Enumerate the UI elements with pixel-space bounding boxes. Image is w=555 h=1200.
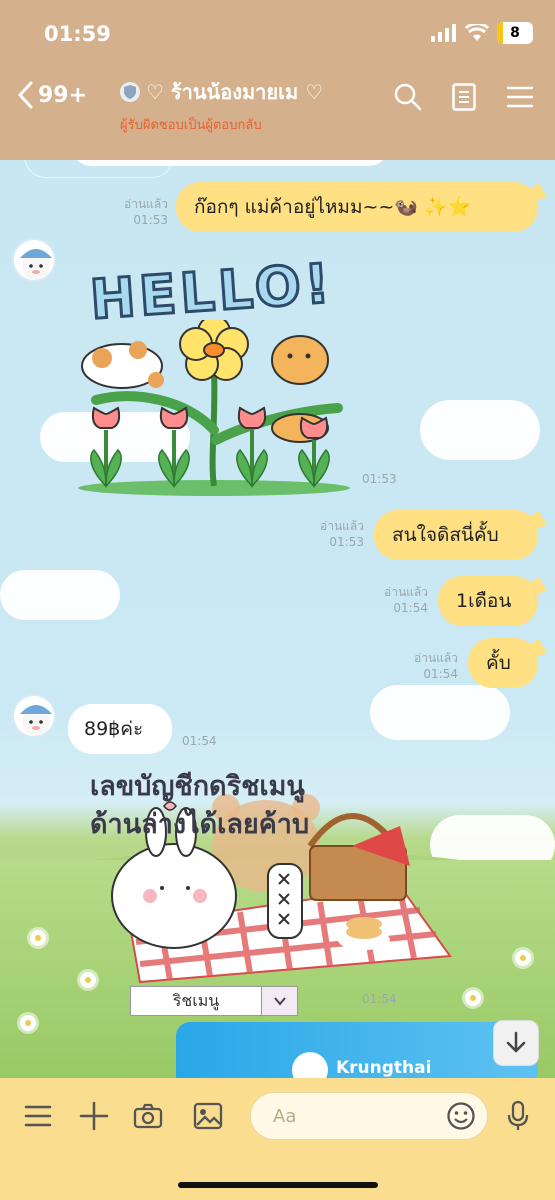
unread-count: 99+	[38, 82, 88, 108]
message-meta: อ่านแล้ว 01:54	[390, 650, 458, 682]
scroll-to-bottom-button[interactable]	[493, 1020, 539, 1066]
flower-decoration	[30, 930, 46, 946]
search-icon	[394, 83, 422, 111]
camera-button[interactable]	[132, 1100, 164, 1132]
arrow-down-icon	[506, 1031, 526, 1053]
home-indicator	[178, 1182, 378, 1188]
chevron-left-icon	[17, 81, 33, 109]
input-placeholder: Aa	[273, 1105, 297, 1127]
read-receipt: อ่านแล้ว	[320, 519, 364, 533]
battery-level: 8	[510, 25, 520, 41]
read-receipt: อ่านแล้ว	[124, 197, 168, 211]
previous-message-fragment	[70, 160, 390, 166]
message-time: 01:54	[393, 601, 428, 615]
plus-icon	[79, 1101, 109, 1131]
status-time: 01:59	[44, 22, 111, 46]
chat-title-area[interactable]: ♡ ร้านน้องมายเม ♡ ผู้รับผิดชอบเป็นผู้ตอบ…	[120, 76, 370, 135]
gallery-button[interactable]	[192, 1100, 224, 1132]
chat-title: ♡ ร้านน้องมายเม ♡	[146, 80, 324, 104]
flower-decoration	[515, 950, 531, 966]
message-meta: อ่านแล้ว 01:53	[296, 518, 364, 550]
read-receipt: อ่านแล้ว	[384, 585, 428, 599]
shield-icon	[120, 82, 140, 102]
header-actions	[393, 82, 535, 112]
notes-button[interactable]	[449, 82, 479, 112]
bank-name: Krungthai	[336, 1058, 432, 1078]
status-icons: 8	[431, 22, 533, 44]
battery-icon: 8	[497, 22, 533, 44]
sticker-line-2: ด้านล่างได้เลยค้าบ	[90, 809, 310, 840]
avatar[interactable]	[12, 694, 56, 738]
message-text: สนใจดิสนี่คั้บ	[392, 524, 499, 546]
message-input-bar: Aa	[0, 1078, 555, 1200]
message-meta: อ่านแล้ว 01:54	[360, 584, 428, 616]
message-time: 01:54	[182, 734, 217, 748]
my-message-bubble[interactable]: สนใจดิสนี่คั้บ	[374, 510, 538, 560]
chevron-down-icon	[261, 987, 297, 1015]
cloud-decoration	[0, 570, 120, 620]
flower-decoration	[465, 990, 481, 1006]
message-time: 01:54	[423, 667, 458, 681]
hamburger-icon	[507, 86, 533, 108]
add-button[interactable]	[78, 1100, 110, 1132]
avatar[interactable]	[12, 238, 56, 282]
wifi-icon	[465, 24, 489, 41]
list-icon	[24, 1105, 52, 1127]
my-message-bubble[interactable]: คั้บ	[468, 638, 538, 688]
bank-logo-icon	[292, 1052, 328, 1078]
chat-area[interactable]: อ่านแล้ว 01:53 ก๊อกๆ แม่ค้าอยู่ไหมม~~🦦 ✨…	[0, 160, 555, 1078]
microphone-icon	[507, 1100, 529, 1130]
message-text: ก๊อกๆ แม่ค้าอยู่ไหมม~~🦦 ✨⭐	[194, 196, 472, 218]
message-text: คั้บ	[486, 652, 511, 674]
message-time: 01:53	[362, 472, 397, 486]
signal-icon	[431, 24, 456, 42]
cloud-decoration	[420, 400, 540, 460]
other-message-bubble[interactable]: 89฿ค่ะ	[68, 704, 172, 754]
camera-icon	[133, 1103, 163, 1129]
message-text: 89฿ค่ะ	[84, 718, 144, 740]
flower-decoration	[20, 1015, 36, 1031]
menu-toggle-button[interactable]	[22, 1100, 54, 1132]
message-time: 01:53	[133, 213, 168, 227]
read-receipt: อ่านแล้ว	[414, 651, 458, 665]
search-button[interactable]	[393, 82, 423, 112]
voice-button[interactable]	[502, 1100, 534, 1132]
back-button[interactable]: 99+	[16, 80, 87, 110]
cloud-decoration	[370, 685, 510, 740]
image-icon	[193, 1102, 223, 1130]
note-icon	[452, 83, 476, 111]
hello-sticker[interactable]	[76, 320, 350, 496]
sticker-line-1: เลขบัญชีกดริชเมนู	[90, 771, 305, 802]
message-time: 01:54	[362, 992, 397, 1006]
rich-menu-label: ริชเมนู	[172, 990, 220, 1010]
menu-button[interactable]	[505, 82, 535, 112]
chat-header: 01:59 8 99+ ♡ ร้านน้องมายเม ♡ ผู้รับผิดช…	[0, 0, 555, 160]
emoji-icon	[447, 1102, 475, 1130]
my-message-bubble[interactable]: ก๊อกๆ แม่ค้าอยู่ไหมม~~🦦 ✨⭐	[176, 182, 538, 232]
chat-subtitle: ผู้รับผิดชอบเป็นผู้ตอบกลับ	[120, 118, 262, 133]
my-message-bubble[interactable]: 1เดือน	[438, 576, 538, 626]
bank-image-message[interactable]: Krungthai	[176, 1022, 538, 1078]
emoji-button[interactable]	[445, 1100, 477, 1132]
message-time: 01:53	[329, 535, 364, 549]
message-meta: อ่านแล้ว 01:53	[100, 196, 168, 228]
message-text: 1เดือน	[456, 590, 512, 612]
rich-menu-button[interactable]: ริชเมนู	[130, 986, 298, 1016]
flower-decoration	[80, 972, 96, 988]
